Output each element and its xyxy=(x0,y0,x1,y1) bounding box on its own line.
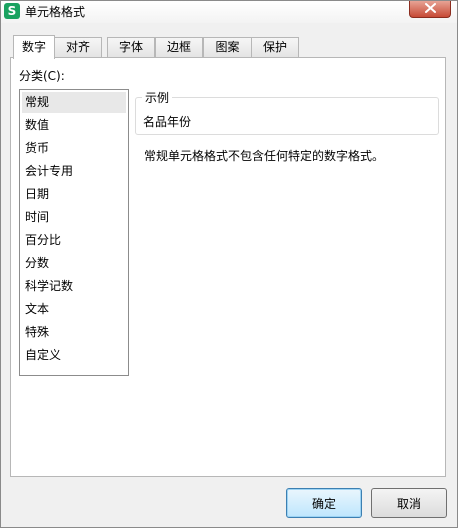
category-item-time[interactable]: 时间 xyxy=(22,207,126,228)
cancel-button[interactable]: 取消 xyxy=(371,488,447,518)
category-item-percentage[interactable]: 百分比 xyxy=(22,230,126,251)
close-button[interactable] xyxy=(409,1,451,18)
category-item-general[interactable]: 常规 xyxy=(22,92,126,113)
tab-page-number: 分类(C): 常规 数值 货币 会计专用 日期 时间 百分比 分数 科学记数 文… xyxy=(10,57,446,477)
format-description: 常规单元格格式不包含任何特定的数字格式。 xyxy=(144,149,385,163)
dialog-title: 单元格格式 xyxy=(25,5,86,19)
category-item-number[interactable]: 数值 xyxy=(22,115,126,136)
tab-font[interactable]: 字体 xyxy=(107,37,155,58)
tab-number[interactable]: 数字 xyxy=(13,35,55,59)
tab-alignment[interactable]: 对齐 xyxy=(54,37,102,58)
category-item-accounting[interactable]: 会计专用 xyxy=(22,161,126,182)
app-logo-icon: S xyxy=(4,3,20,19)
tab-protection[interactable]: 保护 xyxy=(251,37,299,58)
category-listbox[interactable]: 常规 数值 货币 会计专用 日期 时间 百分比 分数 科学记数 文本 特殊 自定… xyxy=(19,89,129,376)
tab-border[interactable]: 边框 xyxy=(155,37,203,58)
category-item-date[interactable]: 日期 xyxy=(22,184,126,205)
category-item-scientific[interactable]: 科学记数 xyxy=(22,276,126,297)
category-item-fraction[interactable]: 分数 xyxy=(22,253,126,274)
tab-pattern[interactable]: 图案 xyxy=(203,37,252,58)
category-item-currency[interactable]: 货币 xyxy=(22,138,126,159)
category-item-text[interactable]: 文本 xyxy=(22,299,126,320)
format-cells-dialog: S 单元格格式 数字 对齐 字体 边框 图案 保护 分类(C): 常规 数值 货… xyxy=(0,0,458,528)
ok-button[interactable]: 确定 xyxy=(286,488,362,518)
sample-legend: 示例 xyxy=(142,89,173,106)
category-label: 分类(C): xyxy=(19,69,65,83)
sample-value: 名品年份 xyxy=(143,115,192,129)
close-icon xyxy=(425,3,436,13)
title-bar[interactable]: S 单元格格式 xyxy=(1,1,457,23)
sample-group: 示例 名品年份 xyxy=(135,89,439,135)
category-item-special[interactable]: 特殊 xyxy=(22,322,126,343)
category-item-custom[interactable]: 自定义 xyxy=(22,345,126,366)
